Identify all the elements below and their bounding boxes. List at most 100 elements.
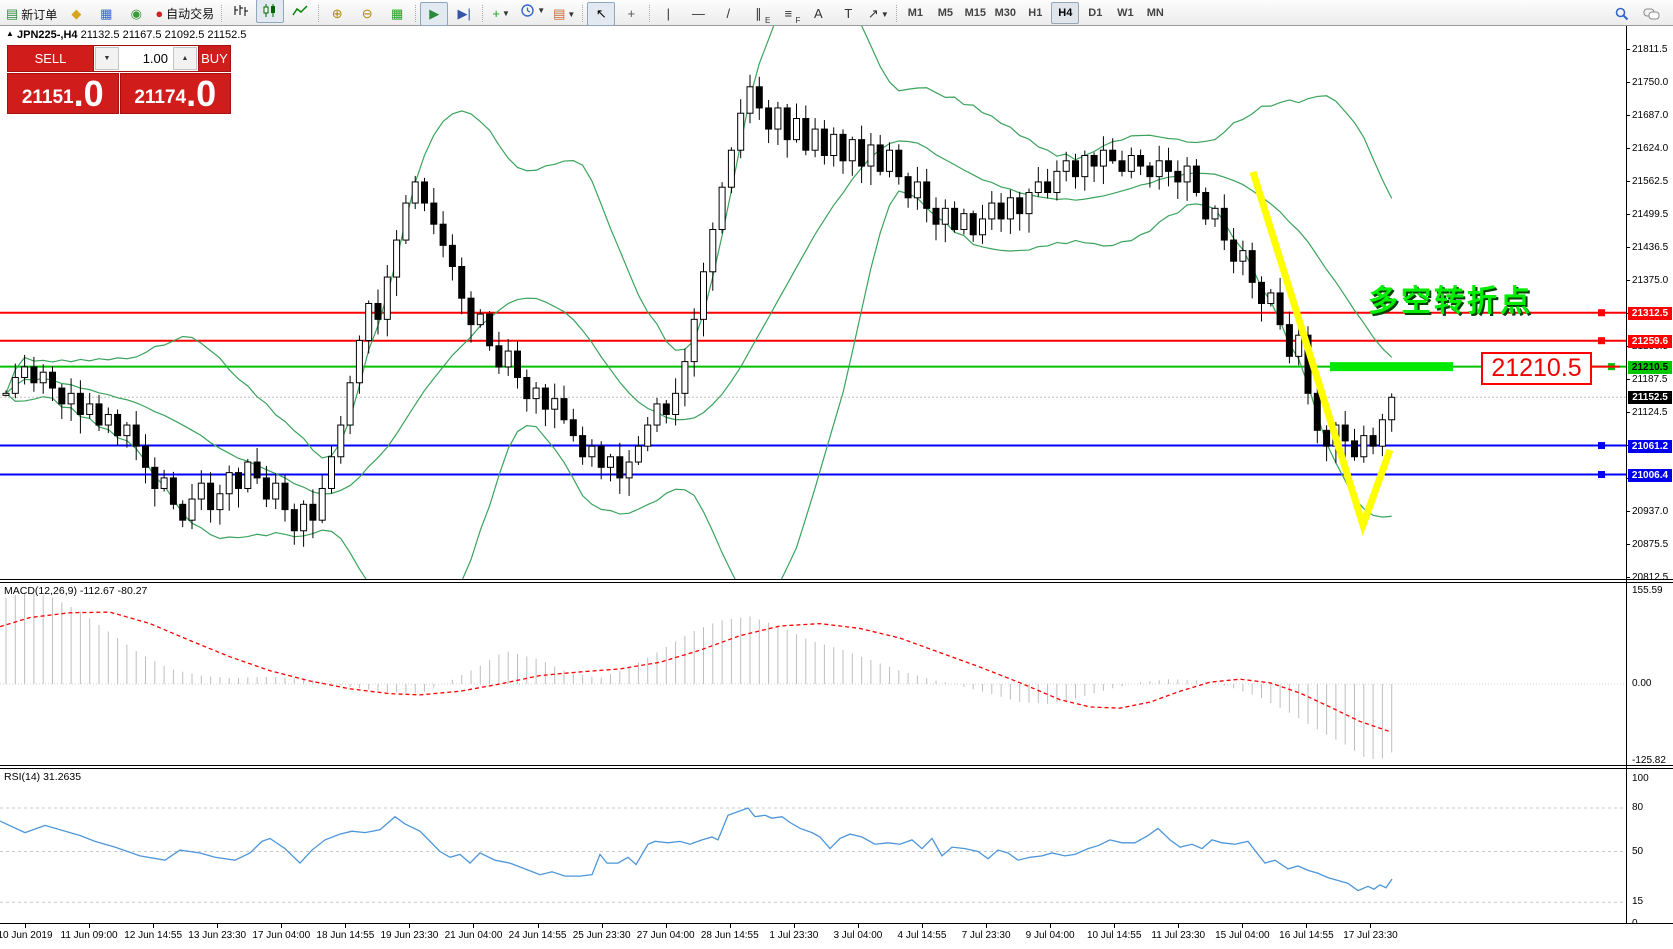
- price-tick-label: 21811.5: [1632, 43, 1667, 56]
- cursor-button[interactable]: ↖: [587, 2, 615, 26]
- toolbar-separator: [318, 5, 319, 22]
- level-anchor[interactable]: [1598, 471, 1605, 478]
- level-anchor[interactable]: [1598, 337, 1605, 344]
- candle-body: [1091, 155, 1097, 166]
- zoom-out-button[interactable]: ⊖: [353, 2, 381, 26]
- timeframe-m5-button[interactable]: M5: [931, 2, 959, 24]
- volume-input[interactable]: [120, 46, 172, 71]
- bar-chart-button[interactable]: [226, 0, 254, 23]
- chart-shift-button[interactable]: ▶|: [450, 2, 478, 26]
- candle-body: [291, 510, 297, 531]
- candle-body: [40, 372, 46, 383]
- candle-body: [449, 245, 455, 266]
- candle-body: [580, 436, 586, 457]
- one-click-trading-panel: SELL ▼ ▲ BUY 21151.0 21174.0: [7, 45, 231, 114]
- timeframe-m15-button[interactable]: M15: [961, 2, 989, 24]
- templates-button[interactable]: ▤▼: [550, 2, 578, 26]
- arrows-button[interactable]: ↗▼: [864, 2, 892, 26]
- candle-body: [1073, 161, 1079, 177]
- templates-icon: ▤: [553, 6, 565, 22]
- candle-body: [68, 393, 74, 404]
- fibonacci-button[interactable]: ≡F: [774, 2, 802, 26]
- timeframe-d1-button[interactable]: D1: [1081, 2, 1109, 24]
- time-tick: [153, 924, 154, 928]
- candle-body: [942, 208, 948, 224]
- chat-icon[interactable]: [1638, 2, 1666, 26]
- buy-button[interactable]: BUY: [199, 45, 231, 72]
- candle-body: [356, 340, 362, 382]
- buy-price-display[interactable]: 21174.0: [120, 73, 232, 114]
- time-tick: [345, 924, 346, 928]
- text-label-icon: T: [844, 6, 852, 21]
- time-axis-label: 28 Jun 14:55: [701, 930, 759, 941]
- timeframe-h4-button[interactable]: H4: [1051, 2, 1079, 24]
- candle-body: [896, 150, 902, 176]
- periods-button[interactable]: ▼: [517, 0, 548, 23]
- candle-body: [561, 399, 567, 420]
- zoom-in-button[interactable]: ⊕: [323, 2, 351, 26]
- search-icon[interactable]: [1608, 2, 1636, 26]
- tile-windows-icon: ▦: [391, 6, 403, 22]
- chart-title: ▲ JPN225-,H4 21132.5 21167.5 21092.5 211…: [6, 29, 246, 41]
- indicators-button[interactable]: +▼: [487, 2, 515, 26]
- volume-decrease-button[interactable]: ▼: [95, 47, 119, 70]
- timeframe-h1-button[interactable]: H1: [1021, 2, 1049, 24]
- sell-button[interactable]: SELL: [7, 45, 93, 72]
- candle-body: [831, 134, 837, 155]
- candlestick-chart-button[interactable]: [256, 0, 284, 23]
- sell-price-display[interactable]: 21151.0: [7, 73, 119, 114]
- macd-pane[interactable]: [0, 583, 1626, 765]
- candle-body: [924, 182, 930, 208]
- timeframe-mn-button[interactable]: MN: [1141, 2, 1169, 24]
- time-tick: [602, 924, 603, 928]
- green-level-segment[interactable]: [1330, 362, 1453, 371]
- crosshair-button[interactable]: +: [617, 2, 645, 26]
- text-button[interactable]: A: [804, 2, 832, 26]
- macd-signal-line: [0, 612, 1390, 732]
- candle-body: [1184, 166, 1190, 182]
- level-price-label: 21006.4: [1628, 469, 1672, 482]
- yellow-trend-annotation[interactable]: [1253, 172, 1390, 525]
- vertical-line-button[interactable]: |: [654, 2, 682, 26]
- auto-scroll-button[interactable]: ▶: [420, 2, 448, 26]
- chart-window[interactable]: ▲ JPN225-,H4 21132.5 21167.5 21092.5 211…: [0, 26, 1673, 949]
- tile-windows-button[interactable]: ▦: [383, 2, 411, 26]
- auto-trading-button[interactable]: ●自动交易: [152, 2, 217, 26]
- horizontal-line-button[interactable]: —: [684, 2, 712, 26]
- price-level-box[interactable]: 21210.5: [1481, 352, 1592, 385]
- macd-scale-label: 0.00: [1632, 678, 1651, 690]
- new-order-button[interactable]: ▤新订单: [3, 2, 60, 26]
- toolbar-separator: [649, 5, 650, 22]
- price-tick-label: 21436.5: [1632, 241, 1668, 254]
- signals-button[interactable]: ◉: [122, 2, 150, 26]
- candle-body: [1119, 161, 1125, 172]
- candle-body: [998, 203, 1004, 219]
- time-axis-label: 24 Jun 14:55: [509, 930, 567, 941]
- equidistant-channel-button[interactable]: ∥E: [744, 2, 772, 26]
- time-axis[interactable]: 10 Jun 201911 Jun 09:0012 Jun 14:5513 Ju…: [0, 923, 1673, 949]
- timeframe-m30-button[interactable]: M30: [991, 2, 1019, 24]
- line-chart-button[interactable]: [286, 0, 314, 23]
- candle-body: [77, 393, 83, 414]
- text-label-button[interactable]: T: [834, 2, 862, 26]
- time-tick: [409, 924, 410, 928]
- candle-body: [794, 119, 800, 140]
- timeframe-m1-button[interactable]: M1: [901, 2, 929, 24]
- candle-body: [608, 457, 614, 468]
- candle-body: [96, 404, 102, 425]
- level-anchor[interactable]: [1598, 309, 1605, 316]
- vertical-line-icon: |: [667, 6, 670, 21]
- volume-increase-button[interactable]: ▲: [173, 47, 197, 70]
- rsi-pane[interactable]: [0, 769, 1626, 923]
- price-alert-button[interactable]: ◆: [62, 2, 90, 26]
- level-anchor[interactable]: [1598, 442, 1605, 449]
- candle-body: [961, 214, 967, 230]
- timeframe-w1-button[interactable]: W1: [1111, 2, 1139, 24]
- candle-body: [143, 446, 149, 467]
- market-watch-button[interactable]: ▦: [92, 2, 120, 26]
- trendline-button[interactable]: /: [714, 2, 742, 26]
- auto-scroll-icon: ▶: [429, 6, 439, 22]
- candle-body: [1296, 335, 1302, 356]
- macd-scale-label: 155.59: [1632, 585, 1663, 597]
- candle-body: [1361, 436, 1367, 457]
